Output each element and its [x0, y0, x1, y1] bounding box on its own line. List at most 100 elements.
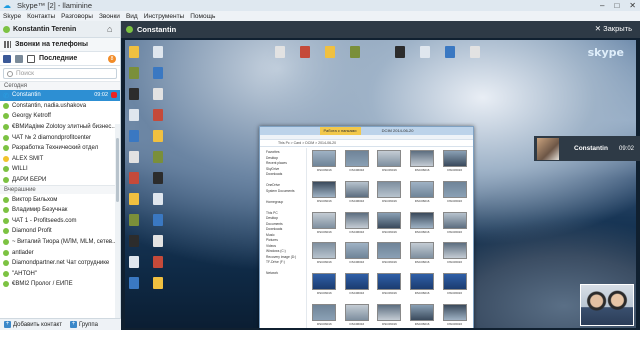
facebook-icon[interactable]: [3, 54, 11, 63]
photo-thumbnail[interactable]: DSC06016: [310, 242, 339, 271]
desktop-icon[interactable]: [129, 67, 139, 79]
desktop-icon[interactable]: [129, 109, 139, 121]
desktop-icon[interactable]: [153, 277, 163, 289]
photo-thumbnail[interactable]: DSC06016: [310, 180, 339, 210]
list-item[interactable]: Diamond Profit: [0, 226, 120, 237]
desktop-icon[interactable]: [300, 46, 310, 58]
list-item[interactable]: WILLI: [0, 164, 120, 175]
list-item[interactable]: "АНТОН": [0, 269, 120, 280]
photo-thumbnail[interactable]: DSC06016: [408, 211, 437, 241]
list-item[interactable]: Diamondpartner.net Чат сотруднике: [0, 258, 120, 269]
list-item[interactable]: ДАРИ БЕРИ: [0, 175, 120, 186]
close-icon[interactable]: ✕: [629, 1, 636, 10]
photo-thumbnail[interactable]: DSC06016: [440, 273, 469, 302]
profile-bar[interactable]: Konstantin Terenin ⌂: [0, 21, 120, 38]
desktop-icon[interactable]: [153, 88, 163, 100]
desktop-icon[interactable]: [129, 193, 139, 205]
maximize-icon[interactable]: □: [614, 1, 619, 10]
close-call-button[interactable]: ✕ Закрыть: [595, 24, 632, 33]
list-item[interactable]: ЧАТ 1 - Profitseeds.com: [0, 216, 120, 227]
desktop-icon[interactable]: [325, 46, 335, 58]
menu-calls[interactable]: Звонки: [99, 13, 120, 20]
desktop-icon[interactable]: [153, 109, 163, 121]
menu-contacts[interactable]: Контакты: [27, 13, 55, 20]
photo-thumbnail[interactable]: DSC06016: [408, 304, 437, 328]
desktop-icon[interactable]: [129, 88, 139, 100]
photo-thumbnail[interactable]: DSC06016: [440, 180, 469, 210]
desktop-icon[interactable]: [350, 46, 360, 58]
desktop-icon[interactable]: [129, 256, 139, 268]
desktop-icon[interactable]: [153, 256, 163, 268]
photo-thumbnail[interactable]: DSC06016: [408, 273, 437, 302]
desktop-icon[interactable]: [275, 46, 285, 58]
photo-thumbnail[interactable]: DSC06016: [440, 211, 469, 241]
photo-thumbnail[interactable]: DSC06016: [310, 273, 339, 302]
desktop-icon[interactable]: [153, 151, 163, 163]
menu-view[interactable]: Вид: [126, 13, 138, 20]
search-field[interactable]: Поиск: [3, 68, 117, 79]
desktop-icon[interactable]: [153, 214, 163, 226]
photo-thumbnail[interactable]: DSC06016: [343, 150, 372, 179]
photo-thumbnail[interactable]: DSC06016: [375, 273, 404, 302]
desktop-icon[interactable]: [153, 130, 163, 142]
photo-thumbnail[interactable]: DSC06016: [408, 180, 437, 210]
list-item[interactable]: €ВМІ2 Пролог / ЕИПЕ: [0, 279, 120, 290]
home-icon[interactable]: ⌂: [107, 25, 116, 34]
desktop-icon[interactable]: [395, 46, 405, 58]
list-item[interactable]: Владимир Безучнак: [0, 205, 120, 216]
scrollbar-thumb[interactable]: [116, 138, 119, 202]
status-online-icon[interactable]: [3, 25, 10, 33]
list-item[interactable]: antlader: [0, 247, 120, 258]
call-phones-item[interactable]: Звонки на телефоны: [0, 38, 120, 52]
photo-thumbnail[interactable]: DSC06016: [375, 304, 404, 328]
list-item[interactable]: ✆ Constantin 09:02: [0, 90, 120, 101]
photo-thumbnail[interactable]: DSC06016: [343, 242, 372, 271]
menu-skype[interactable]: Skype: [3, 13, 21, 20]
list-item[interactable]: Constantin, nadia.ushakova: [0, 101, 120, 112]
photo-thumbnail[interactable]: DSC06016: [375, 150, 404, 179]
recent-clock-icon[interactable]: [27, 54, 35, 63]
photo-thumbnail[interactable]: DSC06016: [310, 304, 339, 328]
list-item[interactable]: ~ Виталий Тиора (МЛМ, MLM, сетев...: [0, 237, 120, 248]
profile-name[interactable]: Konstantin Terenin: [13, 26, 76, 33]
desktop-icon[interactable]: [470, 46, 480, 58]
desktop-icon[interactable]: [153, 67, 163, 79]
desktop-icon[interactable]: [129, 172, 139, 184]
list-item[interactable]: ЧАТ № 2 diamondprofitcenter: [0, 132, 120, 143]
explorer-nav-item[interactable]: Network: [260, 271, 306, 277]
photo-thumbnail[interactable]: DSC06016: [343, 180, 372, 210]
tab-recent[interactable]: Последние: [39, 55, 77, 62]
photo-thumbnail[interactable]: DSC06016: [440, 150, 469, 179]
end-call-icon[interactable]: [111, 92, 117, 99]
desktop-icon[interactable]: [129, 130, 139, 142]
menu-help[interactable]: Помощь: [190, 13, 215, 20]
desktop-icon[interactable]: [129, 46, 139, 58]
desktop-icon[interactable]: [129, 277, 139, 289]
desktop-icon[interactable]: [153, 46, 163, 58]
desktop-icon[interactable]: [153, 235, 163, 247]
contacts-book-icon[interactable]: [15, 54, 23, 63]
list-scrollbar[interactable]: [115, 124, 120, 324]
desktop-icon[interactable]: [153, 193, 163, 205]
photo-thumbnail[interactable]: DSC06016: [343, 273, 372, 302]
list-item[interactable]: Виктор Бильхом: [0, 194, 120, 205]
photo-thumbnail[interactable]: DSC06016: [408, 242, 437, 271]
photo-thumbnail[interactable]: DSC06016: [408, 150, 437, 179]
photo-thumbnail[interactable]: DSC06016: [440, 304, 469, 328]
create-group-button[interactable]: + Группа: [66, 321, 102, 328]
menu-tools[interactable]: Инструменты: [144, 13, 185, 20]
menu-conversations[interactable]: Разговоры: [61, 13, 93, 20]
desktop-icon[interactable]: [129, 214, 139, 226]
list-item[interactable]: Разработка Технический отдел: [0, 143, 120, 154]
list-item[interactable]: ALEX SMIT: [0, 154, 120, 165]
list-item[interactable]: Georgy Ketroff: [0, 111, 120, 122]
photo-thumbnail[interactable]: DSC06016: [310, 150, 339, 179]
desktop-icon[interactable]: [153, 172, 163, 184]
photo-thumbnail[interactable]: DSC06016: [343, 211, 372, 241]
list-item[interactable]: €ВМИадіме Zolotoy злитный бизнес...: [0, 122, 120, 133]
photo-thumbnail[interactable]: DSC06016: [375, 180, 404, 210]
desktop-icon[interactable]: [420, 46, 430, 58]
photo-thumbnail[interactable]: DSC06016: [310, 211, 339, 241]
desktop-icon[interactable]: [445, 46, 455, 58]
minimize-icon[interactable]: –: [600, 1, 604, 10]
